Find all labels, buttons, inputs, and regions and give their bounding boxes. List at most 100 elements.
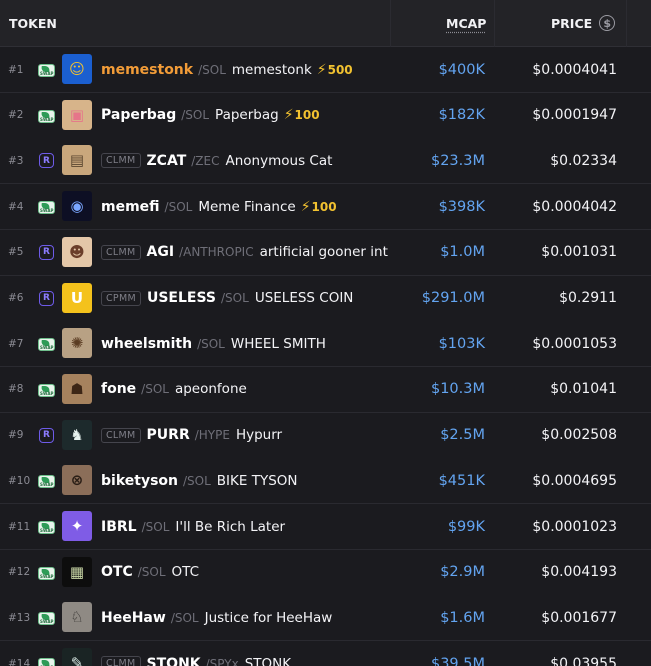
token-symbol[interactable]: Paperbag xyxy=(101,107,176,123)
table-row[interactable]: #6 R U CPMM USELESS/SOL USELESS COIN $291.0M $0… xyxy=(0,275,651,322)
raydium-venue-icon: R xyxy=(39,290,54,306)
rank: #5 xyxy=(8,246,24,259)
token-chain: /ZEC xyxy=(191,153,220,168)
column-header-price[interactable]: PRICE $ xyxy=(551,0,616,46)
venue-badge xyxy=(38,381,55,398)
rank: #14 xyxy=(8,657,31,666)
token-info: CPMM USELESS/SOL USELESS COIN xyxy=(101,276,389,321)
column-header-mcap[interactable]: MCAP xyxy=(446,0,486,46)
table-row[interactable]: #2▣Paperbag/SOLPaperbag⚡100$182K$0.00019… xyxy=(0,92,651,139)
venue-badge xyxy=(38,472,55,489)
table-row[interactable]: #13 ♘ HeeHaw/SOL Justice for HeeHaw $1.6M $0.… xyxy=(0,595,651,642)
pool-type-badge: CLMM xyxy=(101,153,141,169)
venue-badge xyxy=(38,564,55,581)
market-cap: $2.5M xyxy=(440,427,485,444)
rank: #13 xyxy=(8,611,31,624)
token-symbol[interactable]: wheelsmith xyxy=(101,336,192,352)
column-header-token[interactable]: TOKEN xyxy=(9,0,57,46)
token-symbol[interactable]: PURR xyxy=(147,427,190,443)
table-row[interactable]: #3 R ▤ CLMM ZCAT/ZEC Anonymous Cat $23.3M $0.02… xyxy=(0,138,651,185)
rank: #3 xyxy=(8,154,24,167)
table-row[interactable]: #10 ⊗ biketyson/SOL BIKE TYSON $451K $0.00046… xyxy=(0,458,651,505)
table-row[interactable]: #11 ✦ IBRL/SOL I'll Be Rich Later $99K $0.000… xyxy=(0,504,651,550)
boost-count: 100 xyxy=(311,199,337,214)
venue-badge xyxy=(38,198,55,215)
token-avatar-icon: ✺ xyxy=(62,328,92,359)
token-price: $0.002508 xyxy=(541,427,617,444)
venue-badge xyxy=(38,655,55,666)
token-chain: /HYPE xyxy=(194,428,230,443)
venue-badge xyxy=(38,335,55,352)
token-name: Hypurr xyxy=(235,427,283,444)
token-price: $0.0004042 xyxy=(532,198,617,215)
token-name: artificial gooner int xyxy=(259,244,388,261)
market-cap: $291.0M xyxy=(421,290,485,306)
token-price: $0.001031 xyxy=(541,244,617,261)
table-row[interactable]: #9 R ♞ CLMM PURR/HYPE Hypurr $2.5M $0.002508 xyxy=(0,412,651,459)
token-symbol[interactable]: USELESS xyxy=(147,290,216,306)
token-chain: /SOL xyxy=(181,108,210,123)
token-avatar-icon: ✦ xyxy=(62,511,92,541)
token-price: $0.0004041 xyxy=(532,61,617,78)
token-avatar-icon: ☗ xyxy=(62,373,92,404)
venue-badge: R xyxy=(38,427,55,444)
token-price: $0.004193 xyxy=(541,564,617,581)
rank: #9 xyxy=(8,429,24,442)
table-row[interactable]: #4◉memefi/SOLMeme Finance⚡100$398K$0.000… xyxy=(0,184,651,231)
token-symbol[interactable]: STONK xyxy=(147,656,201,666)
token-symbol[interactable]: ZCAT xyxy=(147,153,187,169)
boost-count: 500 xyxy=(327,62,353,77)
token-name: STONK xyxy=(244,655,292,666)
token-symbol[interactable]: HeeHaw xyxy=(101,610,166,626)
market-cap: $2.9M xyxy=(440,564,485,581)
token-symbol[interactable]: memefi xyxy=(101,199,160,215)
token-price: $0.02334 xyxy=(550,152,617,169)
pool-type-badge: CLMM xyxy=(101,427,141,443)
table-row[interactable]: #8 ☗ fone/SOL apeonfone $10.3M $0.01041 xyxy=(0,366,651,413)
token-table: TOKEN MCAP PRICE $ #1 ☺ memestonk/SOL memes… xyxy=(0,0,651,666)
market-cap: $10.3M xyxy=(430,381,485,398)
rank: #12 xyxy=(8,566,31,579)
token-name: Justice for HeeHaw xyxy=(204,609,333,626)
table-row[interactable]: #14 ✎ CLMM STONK/SPYx STONK $39.5M $0.03955 xyxy=(0,641,651,666)
market-cap: $398K xyxy=(438,198,485,215)
boost-badge: ⚡ 100 xyxy=(301,199,337,215)
token-chain: /SOL xyxy=(221,291,249,305)
boost-badge: ⚡ 500 xyxy=(317,62,353,78)
venue-badge xyxy=(38,609,55,626)
token-price: $0.03955 xyxy=(550,655,617,666)
token-info: biketyson/SOL BIKE TYSON xyxy=(101,458,389,503)
token-name: USELESS COIN xyxy=(254,290,354,306)
table-row[interactable]: #5 R ☻ CLMM AGI/ANTHROPIC artificial gooner i… xyxy=(0,229,651,276)
boost-count: 100 xyxy=(294,108,320,123)
token-symbol[interactable]: AGI xyxy=(147,244,175,260)
swap-venue-icon xyxy=(38,338,55,352)
token-symbol[interactable]: IBRL xyxy=(101,519,137,535)
token-info: CLMM AGI/ANTHROPIC artificial gooner int xyxy=(101,230,389,275)
lightning-icon: ⚡ xyxy=(283,107,294,124)
token-avatar-icon: ☻ xyxy=(62,236,92,267)
raydium-venue-icon: R xyxy=(39,153,54,169)
table-row[interactable]: #7 ✺ wheelsmith/SOL WHEEL SMITH $103K $0.0001… xyxy=(0,321,651,368)
token-symbol[interactable]: OTC xyxy=(101,564,133,580)
venue-badge: R xyxy=(38,290,55,307)
swap-venue-icon xyxy=(38,383,55,397)
table-row[interactable]: #12 ▦ OTC/SOL OTC $2.9M $0.004193 xyxy=(0,549,651,596)
market-cap: $400K xyxy=(438,61,485,78)
token-chain: /SOL xyxy=(198,62,226,77)
token-symbol[interactable]: biketyson xyxy=(101,473,178,489)
table-row[interactable]: #1☺memestonk/SOLmemestonk⚡500$400K$0.000… xyxy=(0,47,651,93)
token-name: OTC xyxy=(171,564,200,581)
token-symbol[interactable]: memestonk xyxy=(101,62,193,78)
market-cap: $103K xyxy=(438,335,485,352)
token-price: $0.0001023 xyxy=(532,518,617,535)
token-symbol[interactable]: fone xyxy=(101,381,136,397)
swap-venue-icon xyxy=(38,566,55,580)
market-cap: $1.0M xyxy=(440,244,485,261)
swap-venue-icon xyxy=(38,521,55,534)
token-chain: /SOL xyxy=(183,473,211,488)
currency-toggle-icon[interactable]: $ xyxy=(599,15,616,31)
token-info: IBRL/SOL I'll Be Rich Later xyxy=(101,504,389,549)
market-cap: $182K xyxy=(438,107,485,124)
price-header-label: PRICE xyxy=(551,15,593,31)
